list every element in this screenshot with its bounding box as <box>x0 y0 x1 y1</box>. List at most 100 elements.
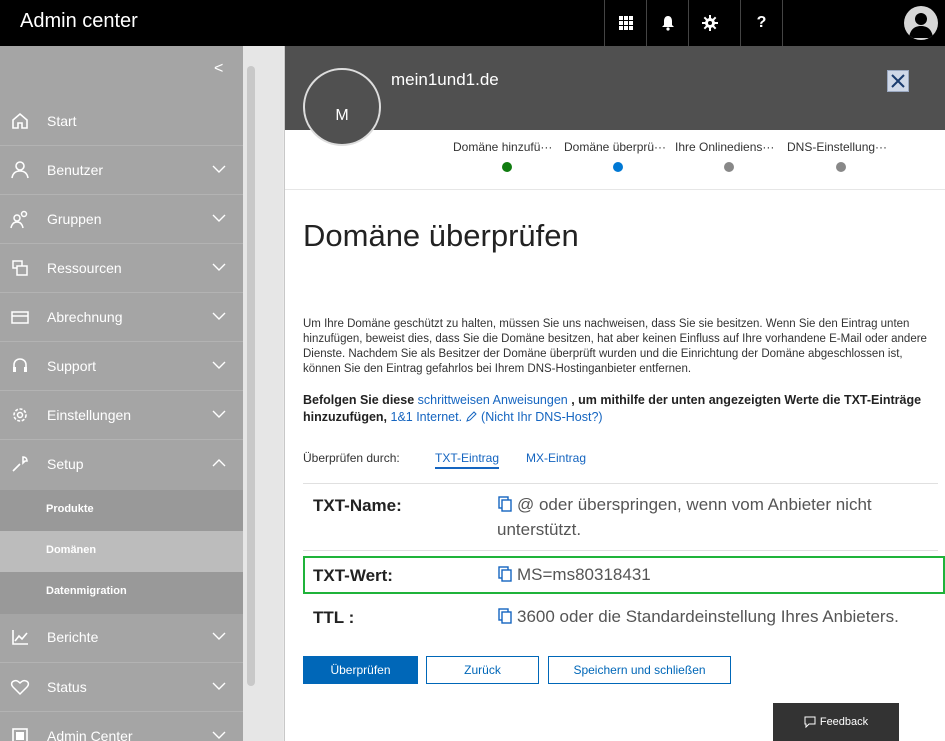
feedback-label: Feedback <box>819 716 869 728</box>
collapse-nav-button[interactable]: < <box>214 60 223 78</box>
pencil-icon[interactable] <box>465 410 478 422</box>
copy-icon[interactable] <box>497 608 513 624</box>
step-add-domain: Domäne hinzufü··· <box>453 140 553 154</box>
back-button[interactable]: Zurück <box>426 656 539 684</box>
sidebar-item-label: Abrechnung <box>47 309 123 325</box>
chevron-down-icon <box>212 214 226 222</box>
sidebar-item-berichte[interactable]: Berichte <box>0 613 243 662</box>
notifications-button[interactable] <box>646 0 688 46</box>
billing-icon <box>11 311 29 324</box>
page-title: Domäne überprüfen <box>303 218 579 253</box>
sidebar-item-label: Berichte <box>47 629 99 645</box>
step-verify-domain: Domäne überprü··· <box>564 140 667 154</box>
not-your-host-link[interactable]: (Nicht Ihr DNS-Host?) <box>481 410 603 424</box>
step-online-services: Ihre Onlinediens··· <box>675 140 775 154</box>
sidebar-item-label: Status <box>47 679 87 695</box>
chevron-down-icon <box>212 312 226 320</box>
topbar-divider <box>782 0 783 46</box>
tab-txt-record[interactable]: TXT-Eintrag <box>435 451 500 469</box>
group-icon <box>10 210 28 229</box>
heart-icon <box>10 679 30 696</box>
verification-description: Um Ihre Domäne geschützt zu halten, müss… <box>303 318 927 375</box>
copy-icon[interactable] <box>497 566 513 582</box>
sidebar-item-setup[interactable]: Setup <box>0 440 243 489</box>
user-avatar-button[interactable] <box>904 6 938 40</box>
sidebar-item-ressourcen[interactable]: Ressourcen <box>0 244 243 293</box>
apps-grid-icon <box>618 16 633 30</box>
bell-icon <box>661 16 674 31</box>
sidebar-item-status[interactable]: Status <box>0 663 243 712</box>
comment-icon <box>804 716 816 728</box>
instruction-prefix: Befolgen Sie diese <box>303 393 415 407</box>
help-button[interactable]: ? <box>740 0 782 46</box>
sidebar-subitem-datenmigration[interactable]: Datenmigration <box>0 572 243 613</box>
record-divider <box>303 550 938 551</box>
subitem-label: Datenmigration <box>46 585 127 597</box>
settings-icon <box>13 408 27 422</box>
txt-value-value[interactable]: MS=ms80318431 <box>497 562 651 587</box>
copy-icon[interactable] <box>497 496 513 512</box>
feedback-button[interactable]: Feedback <box>773 703 899 741</box>
sidebar-item-gruppen[interactable]: Gruppen <box>0 195 243 244</box>
wizard-steps: Domäne hinzufü··· Domäne überprü··· Ihre… <box>285 130 945 190</box>
sidebar-item-start[interactable]: Start <box>0 97 243 146</box>
scrollbar-thumb[interactable] <box>247 66 255 686</box>
admin-center-icon <box>12 728 28 741</box>
step-by-step-link[interactable]: schrittweisen Anweisungen <box>418 393 568 407</box>
sidebar-item-benutzer[interactable]: Benutzer <box>0 146 243 195</box>
txt-value-label: TXT-Wert: <box>313 566 393 585</box>
subitem-label: Domänen <box>46 544 97 556</box>
dns-host-link[interactable]: 1&1 Internet. <box>391 410 463 424</box>
close-icon <box>891 74 905 88</box>
gear-icon <box>701 15 718 31</box>
chevron-down-icon <box>212 632 226 640</box>
avatar-initial: M <box>335 107 349 124</box>
ttl-label: TTL : <box>313 608 355 627</box>
save-and-close-button[interactable]: Speichern und schließen <box>548 656 731 684</box>
sidebar-item-abrechnung[interactable]: Abrechnung <box>0 293 243 342</box>
chevron-down-icon <box>212 263 226 271</box>
step-dot-pending <box>836 162 846 172</box>
verify-by-label: Überprüfen durch: <box>303 451 400 465</box>
step-dns-settings: DNS-Einstellung··· <box>787 140 888 154</box>
sidebar-item-label: Ressourcen <box>47 260 122 276</box>
record-value-text: 3600 oder die Standardeinstellung Ihres … <box>517 607 899 626</box>
chevron-down-icon <box>212 731 226 739</box>
sidebar-item-label: Einstellungen <box>47 407 132 423</box>
txt-name-label: TXT-Name: <box>313 496 402 515</box>
app-launcher-button[interactable] <box>604 0 646 46</box>
sidebar-item-einstellungen[interactable]: Einstellungen <box>0 391 243 440</box>
top-bar: Admin center ? <box>0 0 945 46</box>
headset-icon <box>13 358 27 372</box>
step-dot-done <box>502 162 512 172</box>
settings-button[interactable] <box>688 0 730 46</box>
chevron-down-icon <box>212 682 226 690</box>
chevron-down-icon <box>212 165 226 173</box>
record-divider <box>303 483 938 484</box>
sidebar-item-label: Support <box>47 358 97 374</box>
step-dot-pending <box>724 162 734 172</box>
resources-icon <box>12 260 28 276</box>
txt-name-value[interactable]: @ oder überspringen, wenn vom Anbieter n… <box>497 492 927 542</box>
close-button[interactable] <box>887 70 909 92</box>
sidebar-item-label: Admin Center <box>47 728 133 741</box>
chart-icon <box>12 630 28 645</box>
step-dot-current <box>613 162 623 172</box>
person-icon <box>11 161 29 179</box>
verify-button[interactable]: Überprüfen <box>303 656 418 684</box>
chevron-down-icon <box>212 361 226 369</box>
sidebar-subitem-produkte[interactable]: Produkte <box>0 490 243 531</box>
chevron-up-icon <box>212 459 226 467</box>
sidebar-subitem-domaenen[interactable]: Domänen <box>0 531 243 572</box>
user-avatar-icon <box>909 13 933 38</box>
sidebar-item-support[interactable]: Support <box>0 342 243 391</box>
ttl-value[interactable]: 3600 oder die Standardeinstellung Ihres … <box>497 604 899 629</box>
app-title[interactable]: Admin center <box>20 10 138 33</box>
tab-mx-record[interactable]: MX-Eintrag <box>526 451 586 465</box>
sidebar-item-admin-center[interactable]: Admin Center <box>0 712 243 741</box>
sidebar: < Start Benutzer Gruppen Ressourcen Abre… <box>0 46 243 741</box>
wrench-icon <box>12 456 28 472</box>
sidebar-item-label: Start <box>47 113 77 129</box>
sidebar-item-label: Setup <box>47 456 84 472</box>
home-icon <box>12 112 28 129</box>
